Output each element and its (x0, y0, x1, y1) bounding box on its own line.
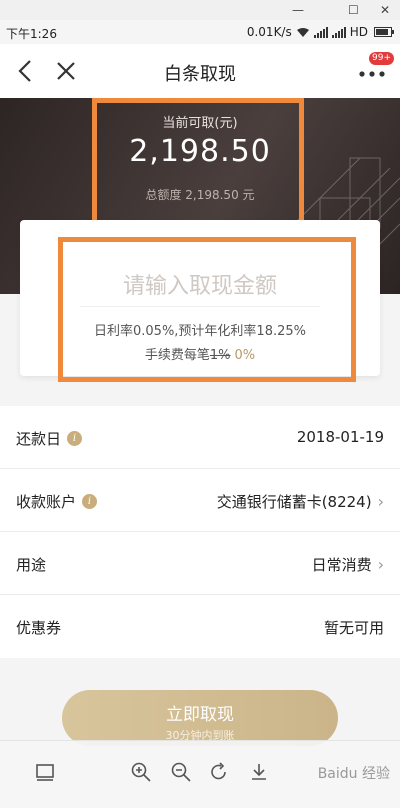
withdraw-now-button[interactable]: 立即取现 30分钟内到账 (62, 690, 338, 746)
status-bar: 下午1:26 0.01K/s HD (0, 20, 400, 44)
row-label: 收款账户 (16, 493, 77, 511)
viewer-toolbar: Baidu 经验 (0, 740, 400, 808)
network-speed: 0.01K/s (246, 25, 292, 39)
page-title: 白条取现 (164, 64, 236, 85)
wifi-icon (296, 27, 309, 37)
chevron-right-icon: › (377, 492, 384, 511)
withdraw-details-list: 还款日 i 2018-01-19 收款账户 i 交通银行储蓄卡(8224) › 用途 … (0, 406, 400, 658)
download-icon[interactable] (248, 761, 270, 783)
status-indicators: 0.01K/s HD (246, 25, 394, 39)
signal-icon-2 (331, 26, 346, 38)
window-minimize-button[interactable]: — (292, 2, 304, 18)
chevron-right-icon: › (377, 555, 384, 574)
zoom-out-icon[interactable] (170, 761, 192, 783)
list-item-purpose[interactable]: 用途 日常消费 › (0, 532, 400, 595)
row-value: 2018-01-19 (296, 428, 384, 446)
signal-icon (313, 26, 328, 38)
list-item-repayment-date: 还款日 i 2018-01-19 (0, 406, 400, 469)
battery-icon (374, 27, 394, 37)
window-close-button[interactable]: ✕ (380, 2, 390, 18)
annotation-box-top (92, 98, 304, 232)
notification-badge: 99+ (369, 52, 394, 65)
window-maximize-button[interactable]: ☐ (348, 2, 359, 18)
window-title-bar: — ☐ ✕ (0, 0, 400, 20)
network-type: HD (349, 25, 368, 39)
withdraw-now-label: 立即取现 (166, 705, 234, 725)
info-icon[interactable]: i (82, 494, 98, 509)
watermark: Baidu 经验 (317, 766, 390, 782)
more-dots-icon[interactable] (358, 66, 386, 80)
info-icon[interactable]: i (67, 431, 83, 446)
rotate-icon[interactable] (208, 761, 230, 783)
row-value: 交通银行储蓄卡(8224) (216, 493, 372, 511)
annotation-box-middle (58, 237, 356, 382)
list-item-receiving-account[interactable]: 收款账户 i 交通银行储蓄卡(8224) › (0, 469, 400, 532)
status-time: 下午1:26 (6, 27, 57, 41)
row-value: 日常消费 (311, 556, 372, 574)
row-label: 还款日 (16, 430, 62, 448)
nav-bar: 白条取现 99+ (0, 44, 400, 98)
row-label: 优惠券 (16, 619, 62, 637)
row-label: 用途 (16, 556, 47, 574)
list-item-coupon: 优惠券 暂无可用 (0, 595, 400, 658)
layout-icon[interactable] (34, 761, 56, 783)
row-value: 暂无可用 (323, 619, 384, 637)
zoom-in-icon[interactable] (130, 761, 152, 783)
